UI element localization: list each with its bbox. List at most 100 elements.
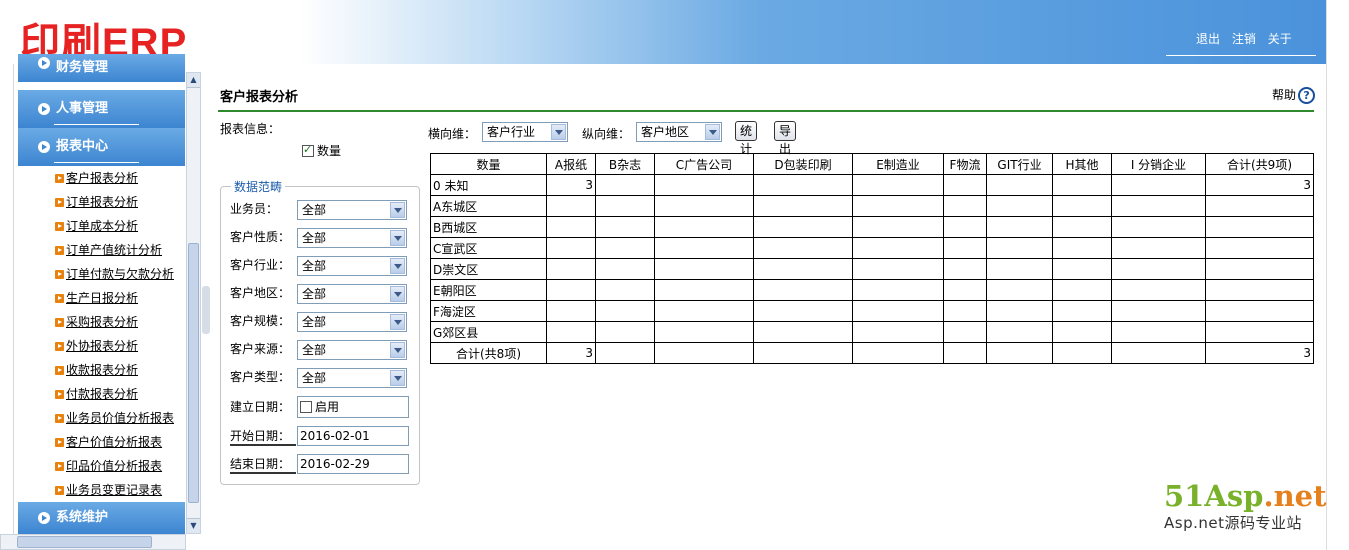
value-cell: [595, 216, 655, 238]
value-cell: [852, 321, 944, 343]
chevron-down-icon[interactable]: [705, 124, 720, 140]
horizontal-dim-label: 横向维：: [428, 127, 477, 141]
row-label-cell: D崇文区: [430, 258, 547, 280]
value-cell: [1111, 300, 1206, 322]
customer-industry-select[interactable]: 全部: [297, 256, 407, 276]
sidebar-section-reports[interactable]: 报表中心: [18, 128, 185, 166]
scroll-down-icon[interactable]: ▼: [187, 518, 200, 533]
sidebar-item[interactable]: 印品价值分析报表: [52, 456, 174, 480]
end-date-input[interactable]: 2016-02-29: [297, 454, 409, 474]
sidebar-vertical-scrollbar[interactable]: ▲ ▼: [186, 72, 201, 534]
value-cell: [986, 342, 1053, 364]
report-info-label: 报表信息：: [220, 122, 281, 136]
table-row: E朝阳区: [430, 279, 1314, 301]
vertical-dim-label: 纵向维：: [582, 127, 631, 141]
help-link[interactable]: 帮助?: [1272, 86, 1316, 104]
customer-region-select[interactable]: 全部: [297, 284, 407, 304]
sidebar-item[interactable]: 订单付款与欠款分析: [52, 264, 174, 288]
bullet-arrow-icon: [55, 462, 64, 471]
filter-customer-type: 客户类型：: [230, 370, 291, 384]
bullet-arrow-icon: [55, 246, 64, 255]
sidebar-horizontal-scrollbar[interactable]: [0, 534, 186, 550]
value-cell: [986, 174, 1053, 196]
checkbox-unchecked-icon[interactable]: [300, 401, 312, 413]
salesman-select[interactable]: 全部: [297, 200, 407, 220]
value-cell: [654, 279, 754, 301]
sidebar-item[interactable]: 客户报表分析: [52, 168, 174, 192]
created-date-enable[interactable]: 启用: [297, 396, 409, 418]
arrow-circle-icon: [38, 512, 50, 524]
chevron-down-icon[interactable]: [390, 286, 405, 302]
header-links: 退出 注销 关于: [1166, 30, 1316, 56]
checkbox-checked-icon[interactable]: [302, 143, 314, 157]
horizontal-dim-select[interactable]: 客户行业: [482, 122, 568, 142]
value-cell: [654, 237, 754, 259]
help-icon[interactable]: ?: [1298, 87, 1316, 104]
sidebar-item[interactable]: 业务员变更记录表: [52, 480, 174, 504]
value-cell: [852, 216, 944, 238]
scroll-up-icon[interactable]: ▲: [187, 73, 200, 88]
sidebar-section-system[interactable]: 系统维护: [18, 502, 185, 534]
export-button[interactable]: 导出: [774, 121, 797, 156]
value-cell: [986, 216, 1053, 238]
value-cell: [595, 279, 655, 301]
value-cell: [595, 342, 655, 364]
sidebar-item[interactable]: 客户价值分析报表: [52, 432, 174, 456]
chevron-down-icon[interactable]: [390, 230, 405, 246]
sidebar-item[interactable]: 订单产值统计分析: [52, 240, 174, 264]
main-content: 客户报表分析 帮助? 报表信息： 数量 数据范畴 业务员： 全部 客户性质： 全…: [210, 64, 1327, 550]
row-label-cell: E朝阳区: [430, 279, 547, 301]
customer-type-select[interactable]: 全部: [297, 368, 407, 388]
row-label-cell: C宣武区: [430, 237, 547, 259]
sidebar-splitter-handle[interactable]: [202, 286, 210, 334]
chevron-down-icon[interactable]: [390, 370, 405, 386]
chevron-down-icon[interactable]: [390, 258, 405, 274]
row-label-cell: B西城区: [430, 216, 547, 238]
value-cell: [852, 237, 944, 259]
chevron-down-icon[interactable]: [390, 342, 405, 358]
value-cell: [1205, 258, 1314, 280]
signout-link[interactable]: 注销: [1232, 32, 1256, 46]
value-cell: [852, 258, 944, 280]
chevron-down-icon[interactable]: [551, 124, 566, 140]
value-cell: [753, 195, 853, 217]
stat-button[interactable]: 统计: [735, 121, 758, 156]
customer-source-select[interactable]: 全部: [297, 340, 407, 360]
sidebar-item[interactable]: 业务员价值分析报表: [52, 408, 174, 432]
about-link[interactable]: 关于: [1268, 32, 1292, 46]
bullet-arrow-icon: [55, 174, 64, 183]
data-range-legend: 数据范畴: [234, 180, 283, 194]
customer-scale-select[interactable]: 全部: [297, 312, 407, 332]
sidebar-item[interactable]: 收款报表分析: [52, 360, 174, 384]
logout-link[interactable]: 退出: [1196, 32, 1220, 46]
bullet-arrow-icon: [55, 342, 64, 351]
sidebar-item[interactable]: 采购报表分析: [52, 312, 174, 336]
value-cell: [852, 300, 944, 322]
sidebar-item[interactable]: 订单报表分析: [52, 192, 174, 216]
app-header: 印刷ERP 退出 注销 关于: [0, 0, 1326, 65]
sidebar-item[interactable]: 生产日报分析: [52, 288, 174, 312]
scroll-thumb[interactable]: [17, 536, 152, 548]
table-header-row: 数量 A报纸 B杂志 C广告公司 D包装印刷 E制造业 F物流 GIT行业 H其他 I 分销企业合…: [430, 153, 1314, 175]
sidebar-section-hr[interactable]: 人事管理: [18, 90, 185, 128]
value-cell: [1052, 321, 1112, 343]
sidebar-item[interactable]: 订单成本分析: [52, 216, 174, 240]
bullet-arrow-icon: [55, 438, 64, 447]
scroll-thumb[interactable]: [188, 243, 199, 503]
quantity-checkbox[interactable]: 数量: [302, 142, 341, 159]
vertical-dim-select[interactable]: 客户地区: [636, 122, 722, 142]
sidebar-item[interactable]: 付款报表分析: [52, 384, 174, 408]
sidebar-item[interactable]: 外协报表分析: [52, 336, 174, 360]
start-date-input[interactable]: 2016-02-01: [297, 426, 409, 446]
customer-nature-select[interactable]: 全部: [297, 228, 407, 248]
value-cell: [1205, 216, 1314, 238]
value-cell: [1111, 321, 1206, 343]
row-label-cell: 0 未知: [430, 174, 547, 196]
arrow-circle-icon: [38, 57, 50, 69]
sidebar-section-finance[interactable]: 财务管理: [18, 54, 185, 82]
chevron-down-icon[interactable]: [390, 202, 405, 218]
value-cell: [1052, 216, 1112, 238]
value-cell: [654, 300, 754, 322]
window-scrollbar[interactable]: [1326, 0, 1349, 550]
chevron-down-icon[interactable]: [390, 314, 405, 330]
